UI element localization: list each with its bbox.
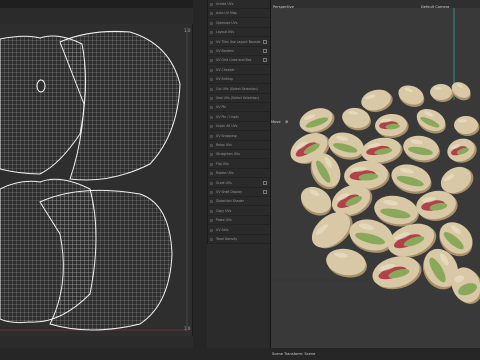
menu-item[interactable]: UV Shell Display xyxy=(208,188,270,197)
panel-gap xyxy=(193,0,207,360)
menu-item-icon xyxy=(210,12,213,16)
menu-item[interactable]: Scale UVs xyxy=(208,179,270,188)
menu-item-label: UV Borders xyxy=(216,49,234,53)
menu-item-icon xyxy=(210,68,213,72)
menu-item-label: Distortion Shader xyxy=(216,199,244,204)
menu-item[interactable]: UV Grid Lines and Box xyxy=(208,56,270,66)
menu-item-icon xyxy=(210,153,213,157)
menu-item-icon xyxy=(210,200,213,204)
menu-item-label: Cut UVs (Select Selection) xyxy=(216,86,258,91)
pistachio-render[interactable] xyxy=(271,0,480,360)
menu-item[interactable]: UV Pin / Unpin xyxy=(208,113,270,122)
menu-item-checkbox[interactable] xyxy=(263,58,267,63)
menu-item[interactable]: Straighten UVs xyxy=(208,150,270,160)
menu-item[interactable]: Rotate UVs xyxy=(208,169,270,179)
menu-item[interactable]: Flip UVs xyxy=(208,160,270,169)
menu-item-label: UV Pin / Unpin xyxy=(216,114,239,119)
menu-item-icon xyxy=(210,115,213,119)
menu-item[interactable]: Cut UVs (Select Selection) xyxy=(208,85,270,94)
menu-item[interactable]: Layout UVs xyxy=(208,28,270,38)
menu-item-icon xyxy=(210,172,213,176)
menu-item-icon xyxy=(210,3,213,6)
menu-item-icon xyxy=(210,125,213,129)
menu-item-label: Paste UVs xyxy=(216,218,232,223)
menu-item-label: UV Pin xyxy=(216,105,227,110)
menu-item-label: Optimize UVs xyxy=(216,20,238,25)
menu-item-checkbox[interactable] xyxy=(263,190,267,194)
menu-item-label: Unfold UVs xyxy=(216,2,234,6)
menu-item-icon xyxy=(210,134,213,138)
menu-item-icon xyxy=(210,144,213,147)
menu-item-icon xyxy=(210,219,213,223)
menu-item-icon xyxy=(210,78,213,82)
menu-item-label: Flip UVs xyxy=(216,161,229,166)
menu-item-icon xyxy=(210,97,213,100)
uv-wireframe[interactable] xyxy=(0,24,192,336)
menu-item-label: Texel Density xyxy=(216,237,238,241)
menu-item-icon xyxy=(210,50,213,53)
menu-item[interactable]: Sew UVs (Select Selection) xyxy=(208,94,270,103)
uv-editor[interactable]: 1.0 1.0 xyxy=(0,24,193,336)
menu-item-icon xyxy=(210,228,213,232)
menu-item[interactable]: Unfold UVs xyxy=(208,0,270,9)
menu-item-checkbox[interactable] xyxy=(263,180,267,185)
menu-item-icon xyxy=(210,106,213,110)
menu-item-label: Sew UVs (Select Selection) xyxy=(216,96,259,100)
status-text: Scene Transform: Scene xyxy=(272,352,316,356)
menu-item-label: Scale UVs xyxy=(216,180,232,185)
menu-item[interactable]: Distortion Shader xyxy=(208,197,270,207)
menu-item[interactable]: UV Snapping xyxy=(208,132,270,141)
menu-item-icon xyxy=(210,162,213,166)
camera-label[interactable]: Default Camera xyxy=(421,5,449,9)
menu-item-label: Unpin All UVs xyxy=(216,124,238,129)
menu-item[interactable]: UV Checker xyxy=(208,66,270,75)
menu-item-label: UV Grid Lines and Box xyxy=(216,58,252,63)
menu-item[interactable]: UV Editing xyxy=(208,75,270,85)
menu-item-icon xyxy=(210,31,213,35)
menu-item-label: Layout UVs xyxy=(216,30,235,35)
menu-item-icon xyxy=(210,181,213,185)
menu-item-label: Auto UV Map xyxy=(216,11,237,16)
menu-item-label: Relax UVs xyxy=(216,143,232,147)
menu-item[interactable]: Copy UVs xyxy=(208,207,270,216)
menu-item-checkbox[interactable] xyxy=(263,49,267,53)
menu-item[interactable]: Unpin All UVs xyxy=(208,122,270,132)
menu-item[interactable]: UV Pin xyxy=(208,103,270,113)
menu-item-label: UV Snapping xyxy=(216,133,237,138)
menu-item-icon xyxy=(210,21,213,25)
menu-item-icon xyxy=(210,59,213,63)
menu-item-label: UV Shell Display xyxy=(216,190,243,194)
menu-item-label: Rotate UVs xyxy=(216,171,234,176)
menu-item-label: UV Checker xyxy=(216,67,235,72)
status-bar xyxy=(0,348,480,360)
menu-item-icon xyxy=(210,87,213,91)
menu-item-label: UV Sets xyxy=(216,227,229,232)
menu-item-label: Straighten UVs xyxy=(216,152,240,157)
move-gizmo-icon[interactable]: ⊕ xyxy=(285,119,288,124)
menu-item-icon xyxy=(210,238,213,241)
menu-item[interactable]: UV Borders xyxy=(208,47,270,56)
menu-item-checkbox[interactable] xyxy=(263,39,267,44)
3d-viewport[interactable]: Perspective Default Camera Move ⊕ xyxy=(270,0,480,360)
menu-item[interactable]: Relax UVs xyxy=(208,141,270,150)
menu-item[interactable]: UV Tiles Use Layout Bounds xyxy=(208,38,270,47)
menu-item[interactable]: Texel Density xyxy=(208,235,270,244)
menu-item-icon xyxy=(210,209,213,213)
uv-tick-top: 1.0 xyxy=(184,28,191,33)
menu-item-icon xyxy=(210,191,213,194)
menu-item-label: Copy UVs xyxy=(216,208,232,213)
menu-item[interactable]: UV Sets xyxy=(208,226,270,235)
menu-item-icon xyxy=(210,40,213,44)
uv-tools-menu: Unfold UVs Auto UV Map Optimize UVs Layout … xyxy=(207,0,271,244)
move-label: Move xyxy=(271,120,281,124)
perspective-label[interactable]: Perspective xyxy=(273,5,294,9)
menu-item[interactable]: Paste UVs xyxy=(208,216,270,226)
menu-item[interactable]: Optimize UVs xyxy=(208,19,270,28)
menu-item-label: UV Editing xyxy=(216,77,233,82)
menu-item[interactable]: Auto UV Map xyxy=(208,9,270,19)
uv-tick-bottom: 1.0 xyxy=(184,326,191,331)
menu-item-label: UV Tiles Use Layout Bounds xyxy=(216,39,261,44)
